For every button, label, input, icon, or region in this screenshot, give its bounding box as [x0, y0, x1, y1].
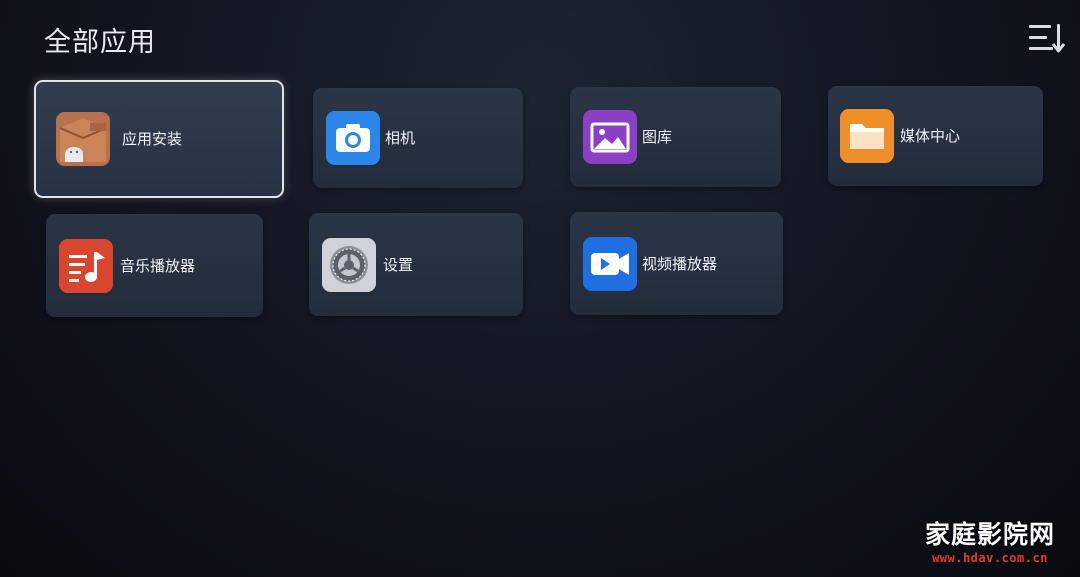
app-tile-media-center[interactable]: 媒体中心: [828, 86, 1043, 186]
app-install-icon: [56, 112, 110, 166]
video-play-icon: [583, 236, 637, 291]
watermark: 家庭影院网 www.hdav.com.cn: [905, 520, 1075, 566]
folder-icon: [840, 109, 894, 163]
watermark-url: www.hdav.com.cn: [932, 551, 1048, 565]
app-label: 媒体中心: [900, 127, 961, 145]
sort-button[interactable]: [1026, 20, 1066, 56]
app-tile-gallery[interactable]: 图库: [570, 87, 781, 187]
app-label: 相机: [385, 129, 416, 147]
watermark-name: 家庭影院网: [924, 520, 1055, 549]
camera-icon: [326, 111, 380, 165]
app-label: 图库: [642, 128, 673, 146]
sort-list-icon: [1029, 24, 1066, 53]
app-label: 音乐播放器: [120, 256, 196, 275]
app-tile-app-install[interactable]: 应用安装: [34, 80, 284, 198]
app-tile-settings[interactable]: 设置: [309, 213, 523, 316]
settings-gear-icon: [322, 237, 376, 292]
app-label: 应用安装: [122, 130, 183, 148]
page-title: 全部应用: [44, 27, 156, 58]
gallery-icon: [583, 110, 637, 164]
app-tile-music-player[interactable]: 音乐播放器: [46, 214, 263, 317]
app-label: 设置: [383, 255, 414, 274]
app-label: 视频播放器: [642, 254, 718, 273]
app-tile-camera[interactable]: 相机: [313, 88, 523, 188]
music-icon: [59, 238, 113, 293]
app-tile-video-player[interactable]: 视频播放器: [570, 212, 783, 315]
